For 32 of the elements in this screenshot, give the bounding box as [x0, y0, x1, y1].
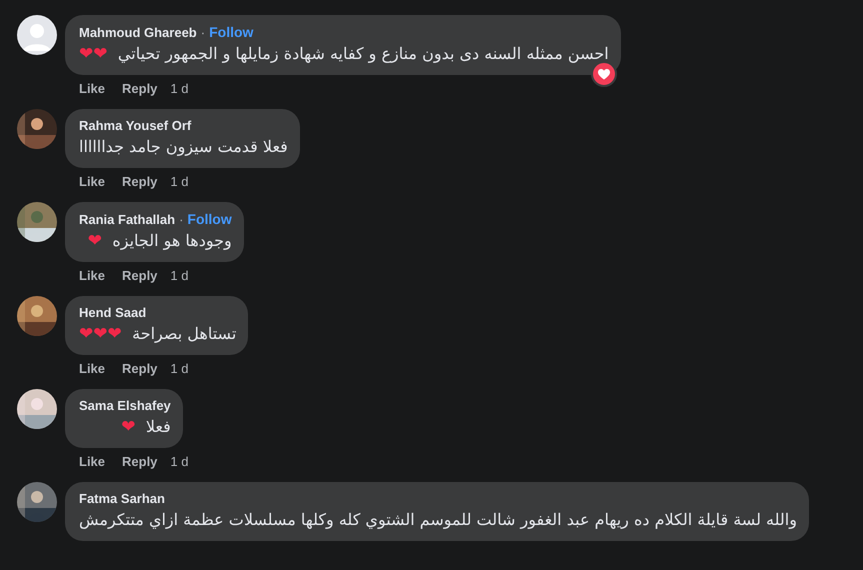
author-name[interactable]: Sama Elshafey	[79, 398, 171, 413]
comment-text: فعلا ❤	[120, 416, 171, 438]
timestamp: 1 d	[170, 268, 188, 283]
follow-link[interactable]: Follow	[209, 24, 254, 40]
reply-link[interactable]: Reply	[122, 174, 158, 189]
reply-link[interactable]: Reply	[122, 81, 158, 96]
like-link[interactable]: Like	[79, 361, 106, 376]
follow-link[interactable]: Follow	[187, 211, 232, 227]
separator-dot: ·	[179, 212, 184, 226]
avatar-icon[interactable]	[17, 15, 57, 55]
like-link[interactable]: Like	[79, 174, 106, 189]
comment-text: احسن ممثله السنه دى بدون منازع و كفايه شهادة زمايلها و الجمهور تحياتي ❤❤	[79, 43, 609, 65]
reply-link[interactable]: Reply	[122, 454, 158, 469]
author-name[interactable]: Rania Fathallah	[79, 212, 176, 226]
timestamp: 1 d	[170, 361, 188, 376]
comment-text: وجودها هو الجايزه ❤	[86, 230, 232, 252]
timestamp: 1 d	[170, 174, 188, 189]
separator-dot: ·	[200, 24, 206, 40]
comment-text: والله لسة قايلة الكلام ده ريهام عبد الغفور شالت للموسم الشتوي كله وكلها مسلسلات عظمة ازاي متتكرمش	[79, 509, 797, 531]
like-link[interactable]: Like	[79, 268, 106, 283]
comment-text: تستاهل بصراحة ❤❤❤	[79, 323, 236, 345]
reply-link[interactable]: Reply	[122, 268, 158, 283]
author-name[interactable]: Mahmoud Ghareeb	[79, 24, 197, 40]
reply-link[interactable]: Reply	[122, 361, 158, 376]
timestamp: 1 d	[170, 81, 188, 96]
like-link[interactable]: Like	[79, 81, 106, 96]
author-name[interactable]: Rahma Yousef Orf	[79, 118, 192, 133]
comment-text: فعلا قدمت سيزون جامد جداااااا	[79, 136, 288, 158]
author-name[interactable]: Hend Saad	[79, 305, 146, 320]
like-link[interactable]: Like	[79, 454, 106, 469]
timestamp: 1 d	[170, 454, 188, 469]
author-name[interactable]: Fatma Sarhan	[79, 491, 165, 506]
